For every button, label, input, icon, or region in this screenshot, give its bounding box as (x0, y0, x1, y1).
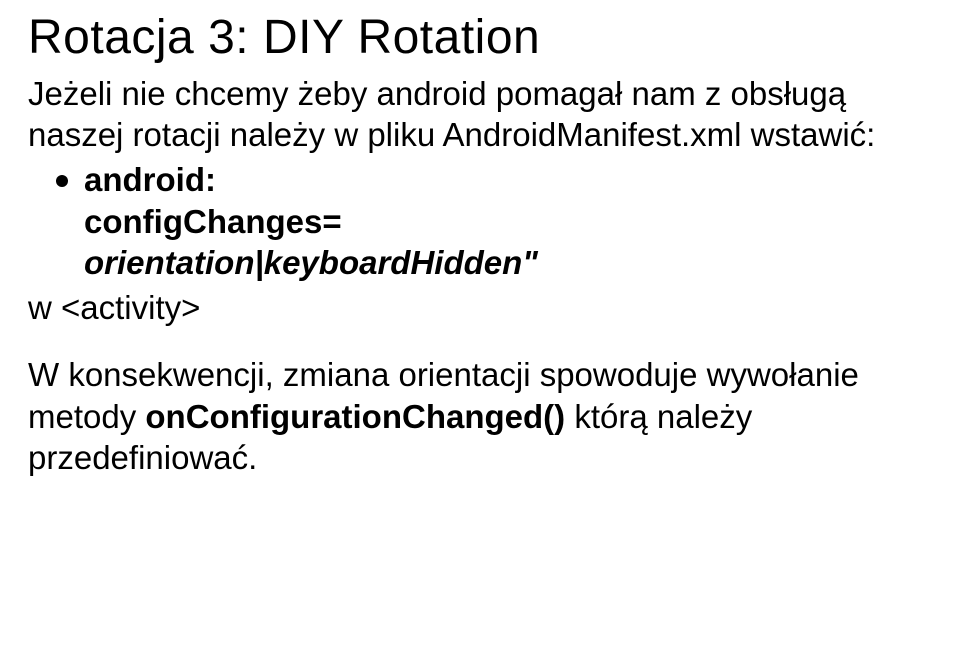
activity-prefix: w (28, 289, 61, 326)
bullet-item: android: configChanges= " orientation|ke… (28, 159, 932, 283)
bullet-line-config: configChanges= " (28, 201, 960, 242)
activity-tag: <activity> (61, 289, 200, 326)
config-value: orientation|keyboardHidden" (28, 242, 932, 283)
bullet-row-1: android: (28, 159, 932, 200)
manifest-filename: AndroidManifest.xml (443, 116, 742, 153)
spacer (28, 332, 932, 354)
consequence-paragraph: W konsekwencji, zmiana orientacji spowod… (28, 354, 932, 478)
slide-body: Jeżeli nie chcemy żeby android pomagał n… (28, 73, 932, 478)
bullet-line-android: android: (84, 159, 932, 200)
bullet-dot-icon (56, 175, 68, 187)
intro-text-2: wstawić: (741, 116, 875, 153)
activity-line: w <activity> (28, 287, 932, 328)
slide: Rotacja 3: DIY Rotation Jeżeli nie chcem… (0, 0, 960, 478)
consequence-method: onConfigurationChanged() (145, 398, 565, 435)
config-changes-key: configChanges= (84, 201, 342, 242)
slide-title: Rotacja 3: DIY Rotation (28, 12, 932, 65)
intro-paragraph: Jeżeli nie chcemy żeby android pomagał n… (28, 73, 932, 156)
